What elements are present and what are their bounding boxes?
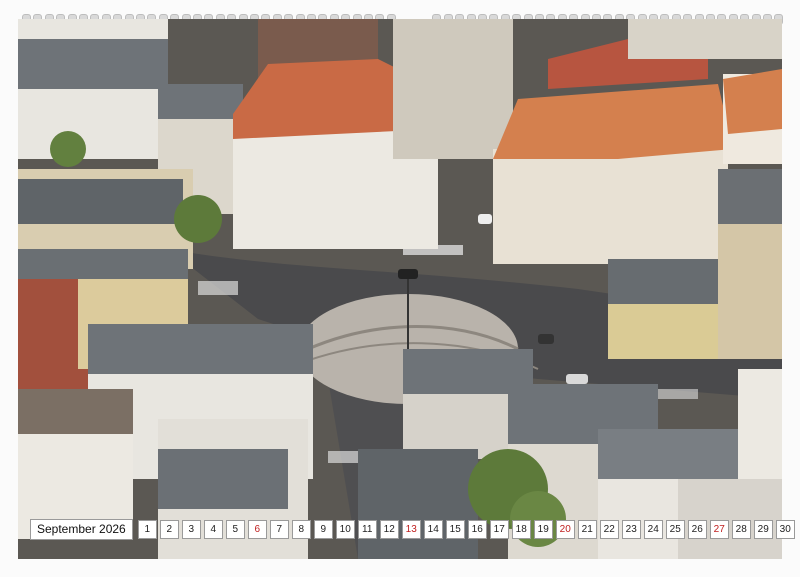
day-cell: 3: [181, 520, 201, 539]
day-cell: 24: [643, 520, 663, 539]
day-cell: 18: [511, 520, 531, 539]
day-cell: 27: [709, 520, 729, 539]
day-cell: 29: [753, 520, 773, 539]
day-cell: 30: [775, 520, 795, 539]
day-cell: 14: [423, 520, 443, 539]
day-cell: 19: [533, 520, 553, 539]
day-cell: 25: [665, 520, 685, 539]
day-cell: 7: [269, 520, 289, 539]
day-cell: 20: [555, 520, 575, 539]
day-cell: 5: [225, 520, 245, 539]
day-cell: 2: [159, 520, 179, 539]
city-aerial-photo: [18, 19, 782, 559]
day-cell: 21: [577, 520, 597, 539]
day-cell: 10: [335, 520, 355, 539]
day-cell: 11: [357, 520, 377, 539]
day-cell: 28: [731, 520, 751, 539]
day-cell: 12: [379, 520, 399, 539]
day-cell: 4: [203, 520, 223, 539]
day-cell: 1: [137, 520, 157, 539]
month-label: September 2026: [30, 519, 133, 540]
day-cell: 15: [445, 520, 465, 539]
photo-illustration: [18, 19, 782, 559]
day-cell: 17: [489, 520, 509, 539]
day-cell: 9: [313, 520, 333, 539]
day-cell: 26: [687, 520, 707, 539]
day-cell: 13: [401, 520, 421, 539]
day-cells: 1 2 3 4 5 6 7 8 9 10 11 12 13 14 15 16 17 18 19 20 21 22 23 24 2…: [137, 520, 795, 539]
day-cell: 6: [247, 520, 267, 539]
calendar-strip: September 2026 1 2 3 4 5 6 7 8 9 10 11 12 13 14 15 16 17…: [30, 519, 795, 540]
day-cell: 16: [467, 520, 487, 539]
day-cell: 23: [621, 520, 641, 539]
calendar-page: September 2026 1 2 3 4 5 6 7 8 9 10 11 12 13 14 15 16 17…: [0, 0, 800, 577]
day-cell: 8: [291, 520, 311, 539]
day-cell: 22: [599, 520, 619, 539]
